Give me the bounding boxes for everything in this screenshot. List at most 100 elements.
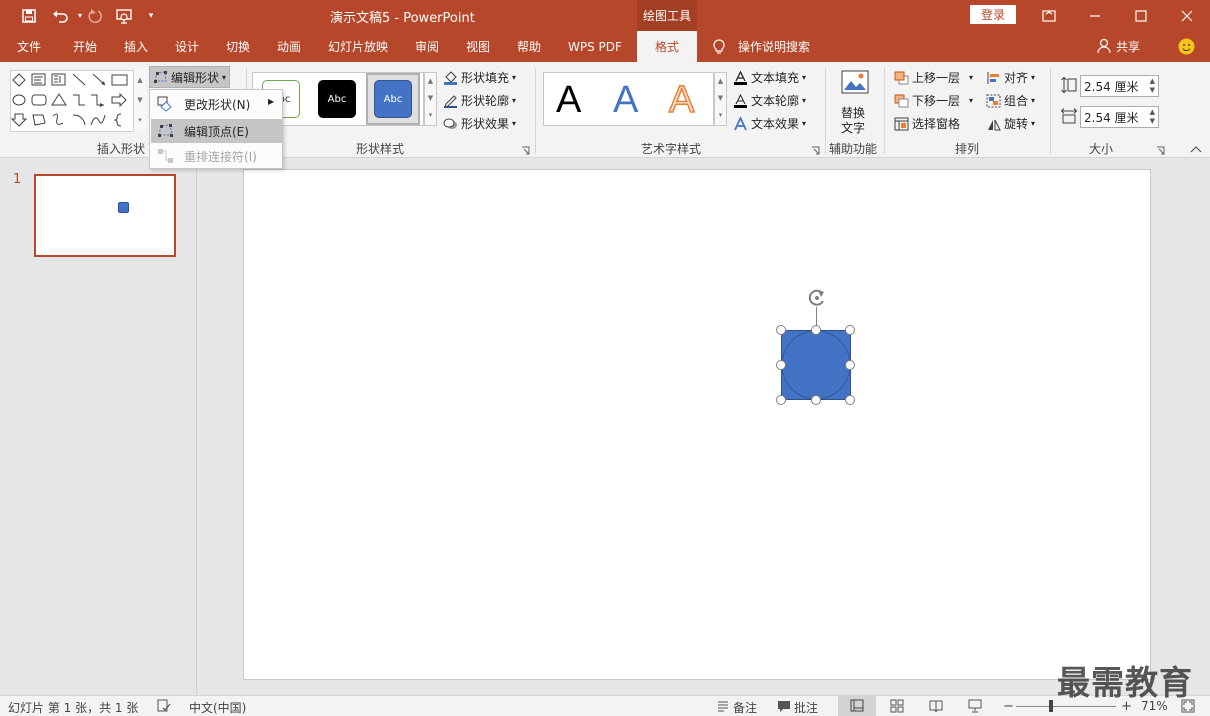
shape-style-black[interactable]: Abc <box>318 80 356 118</box>
shape-styles-dialog-launcher-icon[interactable] <box>521 144 530 155</box>
tab-help[interactable]: 帮助 <box>517 31 541 62</box>
shape-effects-button[interactable]: 形状效果 ▾ <box>443 115 516 132</box>
text-effects-button[interactable]: 文本效果 ▾ <box>733 115 806 132</box>
login-button[interactable]: 登录 <box>970 5 1016 24</box>
comments-button[interactable]: 批注 <box>794 699 818 716</box>
maximize-icon[interactable] <box>1118 0 1164 31</box>
menu-item-edit-points[interactable]: 编辑顶点(E) <box>151 119 282 143</box>
text-effects-label: 文本效果 <box>751 117 800 131</box>
tab-file[interactable]: 文件 <box>17 31 41 62</box>
collapse-ribbon-icon[interactable] <box>1190 144 1202 154</box>
zoom-slider-thumb[interactable] <box>1049 700 1053 712</box>
spelling-check-icon[interactable] <box>157 699 171 713</box>
tab-insert[interactable]: 插入 <box>124 31 148 62</box>
shape-gallery-scroll[interactable]: ▲ ▼ ▾ <box>133 70 146 132</box>
shape-style-blue[interactable]: Abc <box>374 80 412 118</box>
resize-handle-bottom-left[interactable] <box>776 395 786 405</box>
tab-animations[interactable]: 动画 <box>277 31 301 62</box>
menu-item-change-shape[interactable]: 更改形状(N) ▶ <box>151 92 282 116</box>
group-separator <box>884 68 885 154</box>
shape-fill-button[interactable]: 形状填充 ▾ <box>443 69 516 86</box>
tab-wps-pdf[interactable]: WPS PDF <box>568 31 622 62</box>
selection-pane-label: 选择窗格 <box>912 117 961 131</box>
customize-qat-icon[interactable]: ▾ <box>142 0 160 31</box>
slide-count-status: 幻灯片 第 1 张，共 1 张 <box>8 701 139 715</box>
slide-thumbnail-shape <box>118 202 129 213</box>
rotate-label: 旋转 <box>1004 117 1029 131</box>
resize-handle-bottom[interactable] <box>811 395 821 405</box>
bring-forward-button[interactable]: 上移一层 ▾ <box>894 69 973 86</box>
shape-gallery[interactable] <box>10 70 146 132</box>
present-from-start-icon[interactable] <box>112 0 136 31</box>
align-button[interactable]: 对齐 ▾ <box>986 69 1035 86</box>
edit-shape-button[interactable]: 编辑形状 ▾ <box>149 66 231 88</box>
group-button[interactable]: 组合 ▾ <box>986 92 1035 109</box>
minimize-icon[interactable] <box>1072 0 1118 31</box>
save-icon[interactable] <box>16 0 42 31</box>
slideshow-view-icon[interactable] <box>968 699 982 713</box>
normal-view-button[interactable] <box>838 696 876 716</box>
language-status[interactable]: 中文(中国) <box>189 699 246 716</box>
resize-handle-bottom-right[interactable] <box>845 395 855 405</box>
resize-handle-left[interactable] <box>776 360 786 370</box>
tab-design[interactable]: 设计 <box>175 31 199 62</box>
size-group-label: 大小 <box>1089 142 1114 156</box>
size-dialog-launcher-icon[interactable] <box>1156 144 1165 155</box>
tab-transitions[interactable]: 切换 <box>226 31 250 62</box>
reroute-connectors-icon <box>157 148 174 164</box>
resize-handle-top-left[interactable] <box>776 325 786 335</box>
zoom-slider-track[interactable] <box>1016 706 1116 707</box>
text-outline-button[interactable]: 文本轮廓 ▾ <box>733 92 806 109</box>
alt-text-button[interactable]: 替换 文字 <box>838 70 870 135</box>
close-icon[interactable] <box>1164 0 1210 31</box>
edit-points-icon <box>157 123 174 139</box>
lightbulb-icon <box>711 38 727 56</box>
shape-height-spinner[interactable]: ▲ ▼ <box>1150 77 1155 95</box>
resize-handle-top-right[interactable] <box>845 325 855 335</box>
menu-item-reroute-connectors[interactable]: 重排连接符(I) <box>151 144 282 168</box>
wordart-blue-letter[interactable]: A <box>613 79 638 122</box>
window-title: 演示文稿5 - PowerPoint <box>330 11 475 26</box>
rotation-handle-icon[interactable] <box>806 288 828 308</box>
tab-format[interactable]: 格式 <box>637 31 697 62</box>
slide-canvas[interactable] <box>243 169 1151 680</box>
share-button[interactable]: 共享 <box>1116 31 1140 62</box>
shape-height-input[interactable]: 2.54 厘米 ▲ ▼ <box>1080 75 1159 97</box>
shape-width-input[interactable]: 2.54 厘米 ▲ ▼ <box>1080 106 1159 128</box>
smiley-feedback-icon[interactable] <box>1178 38 1195 55</box>
notes-button[interactable]: 备注 <box>733 699 757 716</box>
zoom-out-button[interactable]: − <box>1003 699 1014 714</box>
accessibility-group-label: 辅助功能 <box>829 142 878 156</box>
edit-shape-icon <box>153 70 168 84</box>
tab-home[interactable]: 开始 <box>73 31 97 62</box>
shape-width-spinner[interactable]: ▲ ▼ <box>1150 108 1155 126</box>
alt-text-label-line2: 文字 <box>841 121 866 135</box>
resize-handle-right[interactable] <box>845 360 855 370</box>
undo-icon[interactable] <box>48 0 74 31</box>
tell-me-search[interactable]: 操作说明搜索 <box>738 31 810 62</box>
wordart-black-letter[interactable]: A <box>556 79 581 122</box>
ribbon-display-options-icon[interactable] <box>1026 0 1072 31</box>
text-fill-label: 文本填充 <box>751 71 800 85</box>
share-user-icon[interactable] <box>1097 38 1111 54</box>
text-fill-button[interactable]: 文本填充 ▾ <box>733 69 806 86</box>
wordart-style-scroll[interactable]: ▲ ▼ ▾ <box>714 72 727 126</box>
shape-outline-button[interactable]: 形状轮廓 ▾ <box>443 92 516 109</box>
tab-view[interactable]: 视图 <box>466 31 490 62</box>
wordart-orange-letter[interactable]: A <box>668 78 695 122</box>
shape-height-value: 2.54 厘米 <box>1084 79 1139 94</box>
slide-thumbnail[interactable] <box>34 174 176 257</box>
redo-icon[interactable] <box>84 0 106 31</box>
tab-slideshow[interactable]: 幻灯片放映 <box>328 31 388 62</box>
wordart-dialog-launcher-icon[interactable] <box>811 144 820 155</box>
send-backward-button[interactable]: 下移一层 ▾ <box>894 92 973 109</box>
resize-handle-top[interactable] <box>811 325 821 335</box>
tab-review[interactable]: 审阅 <box>415 31 439 62</box>
selected-rounded-rectangle-shape[interactable] <box>781 330 851 400</box>
selection-pane-button[interactable]: 选择窗格 <box>894 115 960 132</box>
reading-view-icon[interactable] <box>929 699 943 713</box>
shape-style-scroll[interactable]: ▲ ▼ ▾ <box>424 72 437 126</box>
shape-effects-icon <box>443 117 458 131</box>
rotate-button[interactable]: 旋转 ▾ <box>986 115 1035 132</box>
slide-sorter-view-icon[interactable] <box>890 699 904 713</box>
